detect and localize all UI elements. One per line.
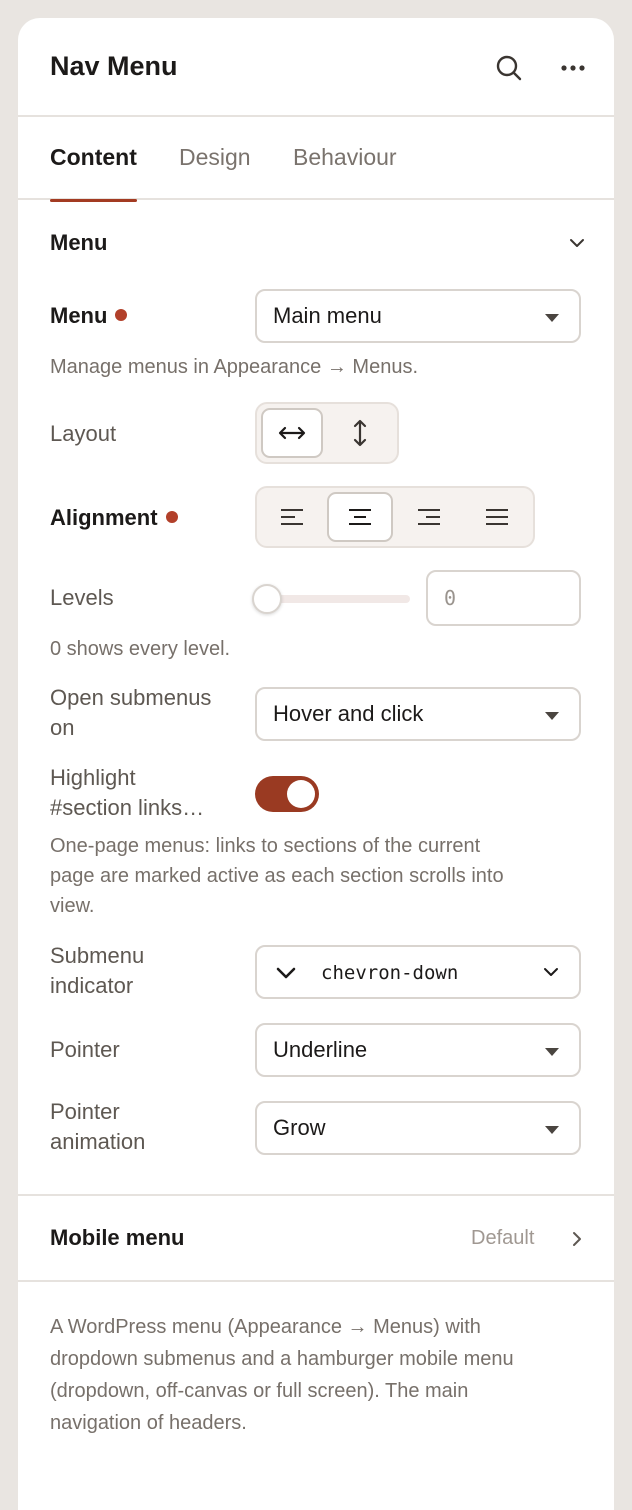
search-icon [496,55,522,81]
open-submenus-label-line1: Open submenus [50,685,212,710]
chevron-down-icon [544,968,558,976]
submenu-indicator-select[interactable]: chevron-down [255,945,581,999]
open-submenus-select[interactable]: Hover and click [255,687,581,741]
alignment-field-label: Alignment [50,503,178,533]
submenu-indicator-value: chevron-down [321,962,459,984]
required-dot [115,309,128,321]
pointer-value: Underline [273,1037,368,1062]
caret-down-icon [545,712,559,720]
open-submenus-label: Open submenus on [50,683,211,743]
levels-help-text: 0 shows every level. [50,638,231,660]
caret-down-icon [545,1048,559,1056]
chevron-right-icon [573,1232,581,1246]
pointer-animation-label: Pointer animation [50,1097,145,1157]
horizontal-arrows-icon [278,426,306,440]
description-line4: navigation of headers. [50,1412,247,1434]
menu-label-text: Menu [50,303,108,328]
levels-label: Levels [50,585,114,610]
tab-behaviour[interactable]: Behaviour [293,144,397,200]
alignment-label-text: Alignment [50,505,158,530]
highlight-label: Highlight #section links… [50,763,204,823]
open-submenus-label-line2: on [50,715,75,740]
required-dot [165,511,178,523]
toggle-knob [287,780,315,808]
highlight-help-line2: page are marked active as each section s… [50,865,504,887]
search-button[interactable] [489,48,529,88]
align-left-icon [281,509,303,525]
menu-select[interactable]: Main menu [255,289,581,343]
pointer-animation-label-line1: Pointer [50,1099,120,1124]
submenu-indicator-label-line1: Submenu [50,943,145,968]
mobile-menu-label: Mobile menu [50,1225,185,1250]
layout-vertical-button[interactable] [329,408,391,458]
align-center-icon [349,509,371,525]
pointer-label: Pointer [50,1037,120,1062]
align-left-button[interactable] [261,492,323,542]
more-horizontal-icon [561,65,585,71]
menu-select-value: Main menu [273,303,382,328]
highlight-help-line3: view. [50,895,95,917]
align-right-button[interactable] [398,492,460,542]
pointer-animation-select[interactable]: Grow [255,1101,581,1155]
align-justify-button[interactable] [466,492,528,542]
menu-help-text: Manage menus in Appearance → Menus. [50,356,418,378]
more-options-button[interactable] [553,48,593,88]
section-title-menu: Menu [50,230,108,255]
highlight-label-line1: Highlight [50,765,136,790]
align-right-icon [418,509,440,525]
highlight-toggle[interactable] [255,776,319,812]
settings-panel: Nav Menu Content Design Behaviour Menu M… [18,18,614,1510]
panel-header: Nav Menu [18,18,614,117]
highlight-label-line2: #section links… [50,795,205,820]
divider [18,1280,614,1282]
pointer-animation-label-line2: animation [50,1129,146,1154]
panel-title: Nav Menu [50,51,178,81]
highlight-help-text: One-page menus: links to sections of the… [50,831,504,921]
vertical-arrows-icon [353,419,367,447]
caret-down-icon [545,1126,559,1134]
tab-content[interactable]: Content [50,144,137,202]
tab-bar: Content Design Behaviour [18,117,614,202]
description-line2: dropdown submenus and a hamburger mobile… [50,1348,514,1370]
submenu-indicator-label-line2: indicator [50,973,134,998]
layout-horizontal-button[interactable] [261,408,323,458]
mobile-menu-value: Default [471,1227,535,1249]
menu-field-label: Menu [50,301,128,331]
chevron-down-icon[interactable] [566,232,588,254]
levels-slider-thumb[interactable] [252,584,282,614]
highlight-help-line1: One-page menus: links to sections of the… [50,835,481,857]
pointer-animation-value: Grow [273,1115,326,1140]
layout-label: Layout [50,421,117,446]
layout-segmented-control [255,402,399,464]
levels-number-input[interactable] [426,570,581,626]
alignment-segmented-control [255,486,535,548]
tab-design[interactable]: Design [179,144,251,200]
pointer-select[interactable]: Underline [255,1023,581,1077]
description-line1: A WordPress menu (Appearance → Menus) wi… [50,1316,481,1338]
align-center-button[interactable] [327,492,393,542]
chevron-down-icon [276,967,296,979]
align-justify-icon [486,509,508,525]
submenu-indicator-label: Submenu indicator [50,941,144,1001]
caret-down-icon [545,314,559,322]
description-line3: (dropdown, off-canvas or full screen). T… [50,1380,469,1402]
widget-description: A WordPress menu (Appearance → Menus) wi… [50,1311,570,1439]
open-submenus-value: Hover and click [273,701,424,726]
